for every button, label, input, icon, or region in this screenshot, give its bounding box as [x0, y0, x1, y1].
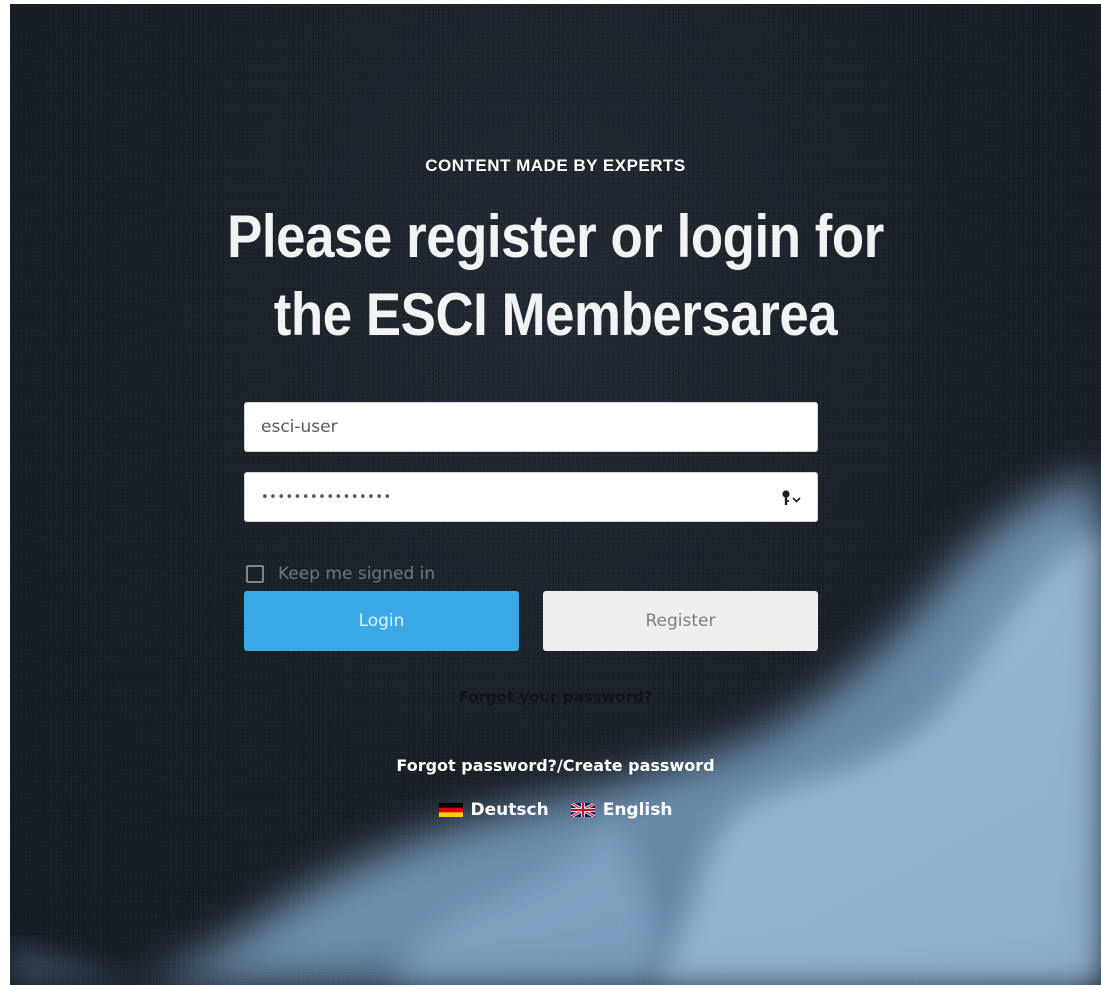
page-title: Please register or login for the ESCI Me… — [75, 198, 1035, 354]
language-switcher: Deutsch English — [10, 800, 1101, 820]
flag-uk-icon — [570, 803, 595, 817]
language-english-label[interactable]: English — [603, 800, 673, 820]
page-title-line-2: the ESCI Membersarea — [273, 281, 838, 348]
username-field[interactable] — [244, 402, 818, 452]
username-input[interactable] — [245, 403, 817, 451]
remember-me[interactable]: Keep me signed in — [246, 564, 435, 584]
eyebrow-text: CONTENT MADE BY EXPERTS — [425, 156, 686, 175]
register-button[interactable]: Register — [543, 591, 818, 651]
language-english[interactable]: English — [570, 800, 673, 820]
remember-checkbox[interactable] — [246, 565, 264, 583]
remember-label[interactable]: Keep me signed in — [278, 564, 435, 584]
login-button[interactable]: Login — [244, 591, 519, 651]
language-deutsch-label[interactable]: Deutsch — [471, 800, 549, 820]
password-input[interactable]: •••••••••••••••• — [261, 473, 392, 521]
key-icon[interactable] — [781, 488, 803, 508]
page-title-line-1: Please register or login for — [227, 203, 884, 270]
forgot-password-link[interactable]: Forgot your password? — [10, 688, 1101, 706]
language-deutsch[interactable]: Deutsch — [438, 800, 549, 820]
flag-de-icon — [438, 803, 463, 817]
login-page: CONTENT MADE BY EXPERTS Please register … — [10, 4, 1101, 985]
password-field[interactable]: •••••••••••••••• — [244, 472, 818, 522]
forgot-create-password-link[interactable]: Forgot password?/Create password — [10, 756, 1101, 775]
